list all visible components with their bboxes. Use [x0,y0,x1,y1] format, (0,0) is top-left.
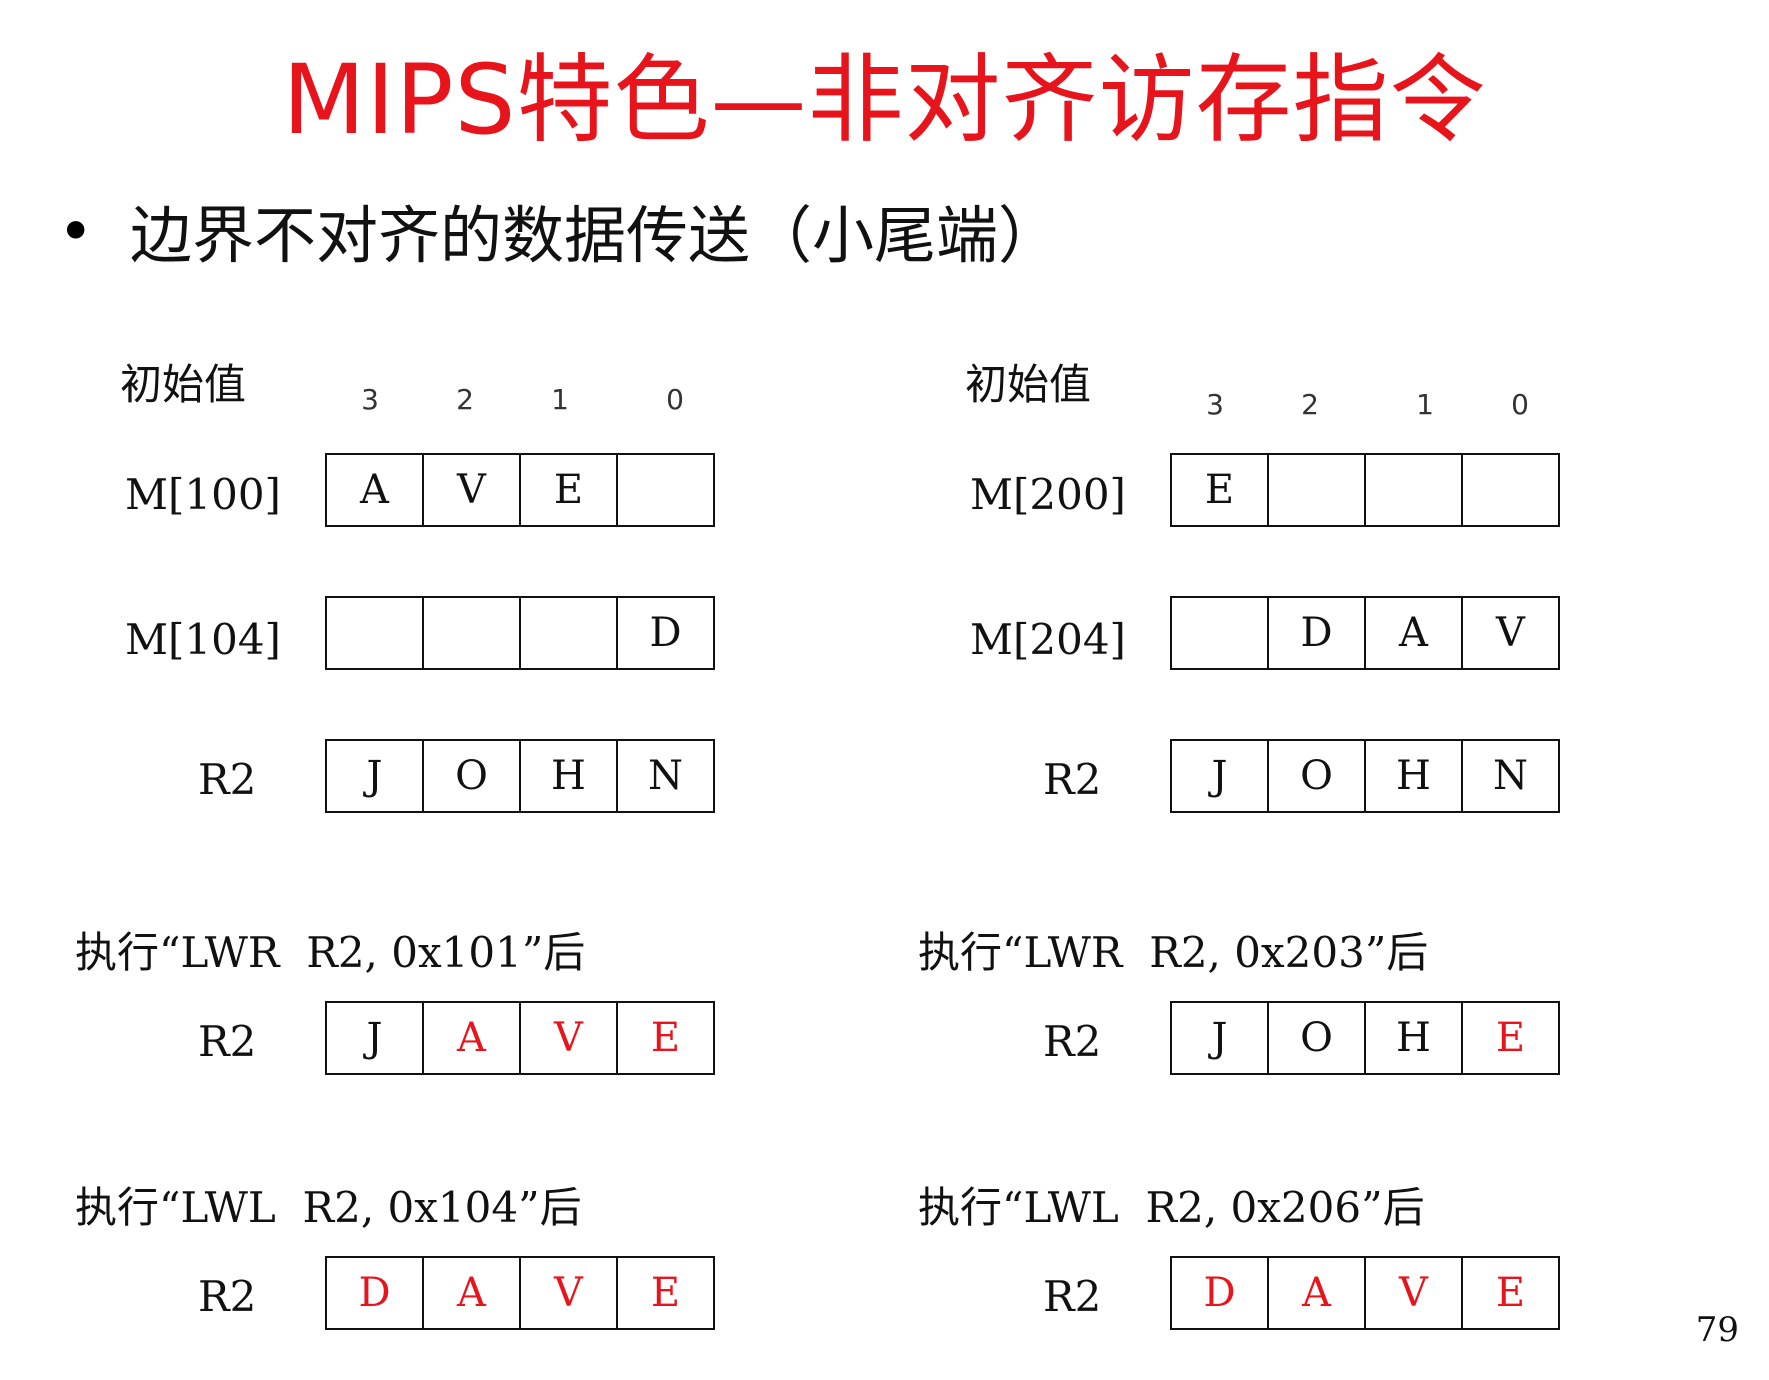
right-register-r2: J O H N [1170,739,1560,813]
right-op1-register: J O H E [1170,1001,1560,1075]
left-index-2: 2 [456,383,474,416]
byte-cell [327,598,422,668]
byte-cell: D [1267,598,1364,668]
left-op2-text: 执行“LWL R2, 0x104”后 [75,1183,582,1232]
right-op2-text: 执行“LWL R2, 0x206”后 [918,1183,1425,1232]
byte-cell: H [519,741,616,811]
byte-cell: O [1267,1003,1364,1073]
slide-title: MIPS特色—非对齐访存指令 [282,44,1487,156]
right-index-3: 3 [1206,388,1224,421]
byte-cell [519,598,616,668]
byte-cell: A [360,467,389,513]
byte-cell: E [519,455,616,525]
right-index-2: 2 [1301,388,1319,421]
left-op1-register: J A V E [325,1001,715,1075]
right-op1-text: 执行“LWR R2, 0x203”后 [918,928,1429,977]
byte-cell: V [1461,598,1558,668]
left-index-0: 0 [666,383,684,416]
byte-cell: D [616,598,713,668]
right-initial-label: 初始值 [965,360,1092,409]
right-index-1: 1 [1416,388,1434,421]
right-row-label-r2: R2 [1043,755,1102,804]
byte-cell [1267,455,1364,525]
byte-cell: E [1461,1258,1558,1328]
byte-cell: O [1267,741,1364,811]
byte-cell: E [1204,467,1235,513]
byte-cell: V [422,455,519,525]
byte-cell [616,455,713,525]
right-op1-reg-label: R2 [1043,1017,1102,1066]
left-op2-register: D A V E [325,1256,715,1330]
right-row-label-m200: M[200] [970,470,1126,519]
byte-cell [1461,455,1558,525]
byte-cell: D [1203,1270,1236,1316]
byte-cell: V [519,1003,616,1073]
left-op1-text: 执行“LWR R2, 0x101”后 [75,928,586,977]
byte-cell: A [1267,1258,1364,1328]
left-register-m100: A V E [325,453,715,527]
byte-cell [1364,455,1461,525]
byte-cell: J [366,1015,383,1061]
left-row-label-m104: M[104] [125,615,281,664]
left-register-m104: D [325,596,715,670]
left-register-r2: J O H N [325,739,715,813]
right-index-0: 0 [1511,388,1529,421]
byte-cell: H [1364,1003,1461,1073]
byte-cell: J [1211,1015,1228,1061]
left-index-3: 3 [361,383,379,416]
page-number: 79 [1695,1310,1739,1350]
byte-cell: J [366,753,383,799]
byte-cell: A [422,1258,519,1328]
right-register-m204: D A V [1170,596,1560,670]
right-row-label-m204: M[204] [970,615,1126,664]
byte-cell: N [616,741,713,811]
byte-cell: E [616,1003,713,1073]
bullet-marker: • [58,197,94,267]
byte-cell: H [1364,741,1461,811]
byte-cell: E [1461,1003,1558,1073]
byte-cell: A [422,1003,519,1073]
byte-cell [422,598,519,668]
left-row-label-m100: M[100] [125,470,281,519]
left-index-1: 1 [551,383,569,416]
left-op2-reg-label: R2 [198,1272,257,1321]
byte-cell: V [1364,1258,1461,1328]
byte-cell: A [1364,598,1461,668]
byte-cell: D [358,1270,391,1316]
byte-cell [1172,598,1267,668]
byte-cell: V [519,1258,616,1328]
byte-cell: O [422,741,519,811]
right-op2-register: D A V E [1170,1256,1560,1330]
right-register-m200: E [1170,453,1560,527]
byte-cell: E [616,1258,713,1328]
left-op1-reg-label: R2 [198,1017,257,1066]
left-row-label-r2: R2 [198,755,257,804]
byte-cell: J [1211,753,1228,799]
bullet-text: 边界不对齐的数据传送（小尾端） [130,199,1061,272]
right-op2-reg-label: R2 [1043,1272,1102,1321]
byte-cell: N [1461,741,1558,811]
left-initial-label: 初始值 [120,360,247,409]
